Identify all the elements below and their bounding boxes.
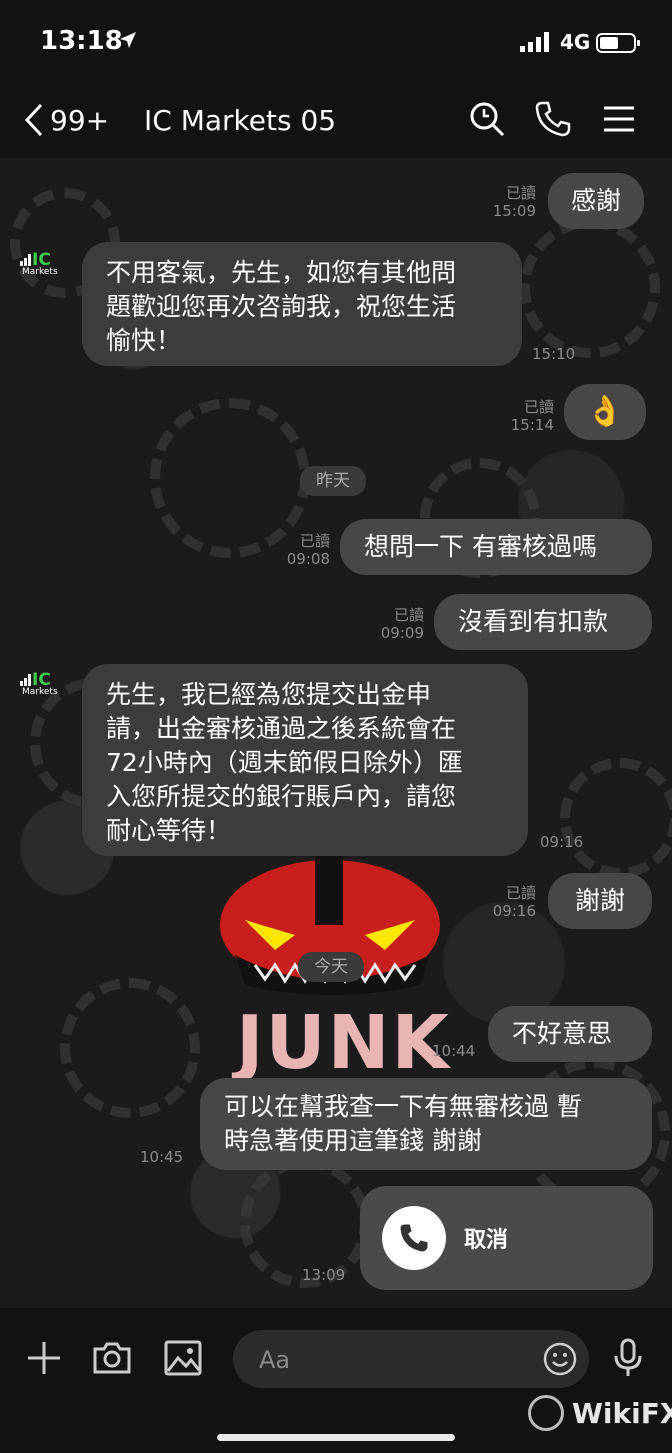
message-text-line: 先生，我已經為您提交出金申 [106,680,432,709]
message-time: 10:44 [432,1042,476,1060]
message-input-container [233,1330,589,1390]
message-text-line: 時急著使用這筆錢 謝謝 [224,1126,482,1155]
outgoing-message[interactable]: 👌 [564,384,646,440]
watermark: WikiFX [528,1395,672,1431]
gear-decoration [560,758,672,878]
message-text-line: 72小時內（週末節假日除外）匯 [106,748,463,777]
wallpaper-junk-text: JUNK [236,1000,451,1086]
location-arrow-icon [120,32,136,48]
message-meta: 已讀 15:09 [480,184,536,220]
message-emoji: 👌 [586,394,624,429]
message-text-line: 可以在幫我查一下有無審核過 暫 [224,1092,582,1121]
read-status: 已讀 [299,532,330,550]
message-text: 不好意思 [512,1019,613,1048]
ic-markets-bars-icon [20,674,31,686]
watermark-text: WikiFX [572,1396,672,1430]
avatar-brand-sub: Markets [22,687,58,697]
avatar[interactable]: IC Markets [18,670,62,704]
signal-strength-icon [520,32,549,52]
message-time: 09:16 [540,833,584,851]
unread-count: 99+ [50,103,110,137]
image-icon[interactable] [163,1338,203,1378]
microphone-icon[interactable] [608,1338,648,1378]
message-text-line: 愉快！ [106,326,182,355]
message-time: 15:09 [492,202,536,220]
outgoing-message[interactable]: 謝謝 [548,873,652,929]
call-icon-circle [382,1206,446,1270]
message-text: 謝謝 [574,886,625,915]
outgoing-message[interactable]: 想問一下 有審核過嗎 [340,519,652,575]
incoming-message[interactable]: 不用客氣，先生，如您有其他問 題歡迎您再次咨詢我，祝您生活 愉快！ [82,242,522,366]
message-time: 10:45 [140,1148,184,1166]
call-message[interactable]: 取消 [360,1186,653,1290]
message-input[interactable] [257,1330,531,1390]
plus-icon[interactable] [24,1338,64,1378]
read-status: 已讀 [505,184,536,202]
message-time: 15:14 [510,416,554,434]
chat-title: IC Markets 05 [144,104,337,137]
emoji-icon[interactable] [543,1342,577,1376]
network-type: 4G [560,30,591,54]
message-time: 13:09 [302,1266,346,1284]
read-status: 已讀 [523,398,554,416]
read-status: 已讀 [393,606,424,624]
date-separator: 今天 [298,952,364,982]
message-time: 09:08 [286,550,330,568]
message-text: 感謝 [570,186,621,215]
ic-markets-bars-icon [20,254,31,266]
wikifx-logo-icon [528,1395,564,1431]
outgoing-message[interactable]: 可以在幫我查一下有無審核過 暫 時急著使用這筆錢 謝謝 [200,1078,652,1170]
battery-icon [596,33,640,53]
message-meta: 已讀 09:09 [370,606,424,642]
phone-icon [400,1224,428,1252]
message-meta: 已讀 09:08 [276,532,330,568]
search-icon[interactable] [468,100,506,138]
gear-decoration [60,978,200,1118]
message-input-bar [0,1308,672,1453]
outgoing-message[interactable]: 沒看到有扣款 [434,594,652,650]
status-bar: 13:18 4G [0,0,672,80]
camera-icon[interactable] [92,1338,132,1378]
message-text-line: 不用客氣，先生，如您有其他問 [106,258,457,287]
call-status-label: 取消 [464,1228,509,1253]
message-text: 想問一下 有審核過嗎 [364,532,597,561]
message-text-line: 題歡迎您再次咨詢我，祝您生活 [106,292,457,321]
menu-icon[interactable] [600,100,638,138]
read-status: 已讀 [505,884,536,902]
phone-call-icon[interactable] [534,100,572,138]
message-time: 15:10 [532,345,576,363]
message-meta: 已讀 09:16 [482,884,536,920]
gear-decoration [520,218,660,358]
chevron-left-icon [24,103,43,137]
incoming-message[interactable]: 先生，我已經為您提交出金申 請，出金審核通過之後系統會在 72小時內（週末節假日… [82,664,528,856]
message-time: 09:09 [380,624,424,642]
avatar[interactable]: IC Markets [18,250,62,284]
chat-header: 99+ IC Markets 05 [0,80,672,158]
home-indicator [217,1434,455,1441]
back-button[interactable]: 99+ [24,102,109,138]
message-text-line: 耐心等待！ [106,816,232,845]
message-text-line: 請，出金審核通過之後系統會在 [106,714,457,743]
message-meta: 已讀 15:14 [502,398,554,434]
outgoing-message[interactable]: 感謝 [548,173,644,229]
message-text: 沒看到有扣款 [458,607,609,636]
date-separator: 昨天 [300,466,366,496]
avatar-brand-sub: Markets [22,267,58,277]
status-time: 13:18 [40,26,123,56]
message-time: 09:16 [492,902,536,920]
message-text-line: 入您所提交的銀行賬戶內，請您 [106,782,457,811]
outgoing-message[interactable]: 不好意思 [488,1006,652,1062]
